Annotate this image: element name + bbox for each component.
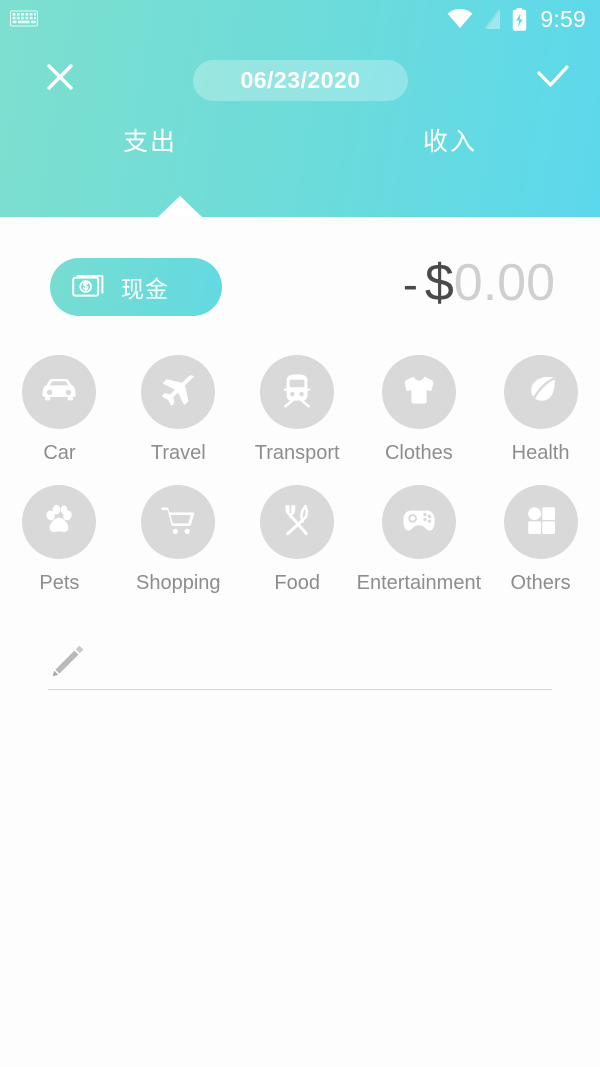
signal-off-icon (484, 9, 501, 30)
category-transport[interactable]: Transport (238, 355, 357, 465)
category-icon-circle (381, 485, 456, 559)
close-icon (44, 61, 76, 98)
category-icon-circle (381, 355, 456, 429)
category-icon-circle (503, 485, 578, 559)
tshirt-icon (398, 369, 440, 416)
confirm-button[interactable] (524, 50, 582, 108)
amount-currency: $ (424, 254, 454, 312)
app-header: 9:59 06/23/2020 支出 收入 (0, 0, 600, 217)
category-car[interactable]: Car (0, 355, 119, 465)
amount-sign: - (402, 259, 419, 310)
category-label: Entertainment (356, 572, 482, 594)
paw-icon (38, 499, 80, 546)
tab-income[interactable]: 收入 (300, 122, 600, 172)
category-health[interactable]: Health (481, 355, 600, 465)
category-icon-circle (260, 355, 335, 429)
train-icon (276, 369, 318, 416)
game-controller-icon (398, 499, 440, 546)
category-label: Car (43, 442, 76, 464)
category-label: Transport (254, 442, 340, 464)
category-shopping[interactable]: Shopping (119, 485, 238, 595)
status-bar: 9:59 (0, 0, 600, 38)
status-bar-left (10, 10, 38, 28)
account-amount-row: 现金 - $ 0.00 (0, 217, 600, 347)
leaf-icon (520, 369, 562, 416)
category-icon-circle (503, 355, 578, 429)
shopping-cart-icon (157, 499, 199, 546)
category-icon-circle (22, 485, 97, 559)
note-input[interactable] (102, 660, 552, 689)
fork-knife-icon (276, 499, 318, 546)
header-tabs: 支出 收入 (0, 122, 600, 172)
pencil-icon (48, 641, 88, 686)
note-field-row[interactable] (48, 638, 552, 690)
check-icon (535, 61, 571, 98)
category-label: Pets (39, 572, 80, 594)
close-button[interactable] (31, 50, 89, 108)
amount-display[interactable]: - $ 0.00 (403, 253, 555, 313)
status-bar-clock: 9:59 (540, 5, 586, 32)
category-others[interactable]: Others (481, 485, 600, 595)
category-label: Others (510, 572, 571, 594)
active-tab-pointer (158, 196, 202, 217)
category-icon-circle (141, 485, 216, 559)
category-label: Travel (150, 442, 206, 464)
status-bar-right: 9:59 (447, 5, 586, 32)
category-label: Shopping (136, 572, 221, 594)
category-pets[interactable]: Pets (0, 485, 119, 595)
tab-expense-label: 支出 (122, 128, 177, 156)
account-label: 现金 (121, 276, 169, 302)
app-screen: 9:59 06/23/2020 支出 收入 现金 - $ 0.00 Car Tr… (0, 0, 600, 1067)
category-travel[interactable]: Travel (119, 355, 238, 465)
tab-income-label: 收入 (422, 128, 477, 156)
grid-shapes-icon (520, 499, 562, 546)
category-entertainment[interactable]: Entertainment (356, 485, 482, 595)
amount-value: 0.00 (453, 254, 555, 312)
category-icon-circle (141, 355, 216, 429)
tab-expense[interactable]: 支出 (0, 122, 300, 172)
category-food[interactable]: Food (238, 485, 357, 595)
car-icon (38, 369, 80, 416)
date-value: 06/23/2020 (240, 67, 361, 93)
category-clothes[interactable]: Clothes (357, 355, 482, 465)
battery-charging-icon (512, 7, 527, 31)
category-grid: Car Travel Transport Clothes Health Pets… (0, 355, 600, 595)
wifi-icon (447, 9, 473, 29)
category-icon-circle (260, 485, 335, 559)
date-picker-button[interactable]: 06/23/2020 (193, 60, 408, 101)
category-icon-circle (22, 355, 97, 429)
keyboard-icon (10, 10, 38, 28)
category-label: Health (511, 442, 570, 464)
airplane-icon (157, 369, 199, 416)
category-label: Clothes (384, 442, 453, 464)
banknote-dollar-icon (72, 271, 108, 304)
account-selector-button[interactable]: 现金 (50, 258, 222, 316)
category-label: Food (274, 572, 320, 594)
